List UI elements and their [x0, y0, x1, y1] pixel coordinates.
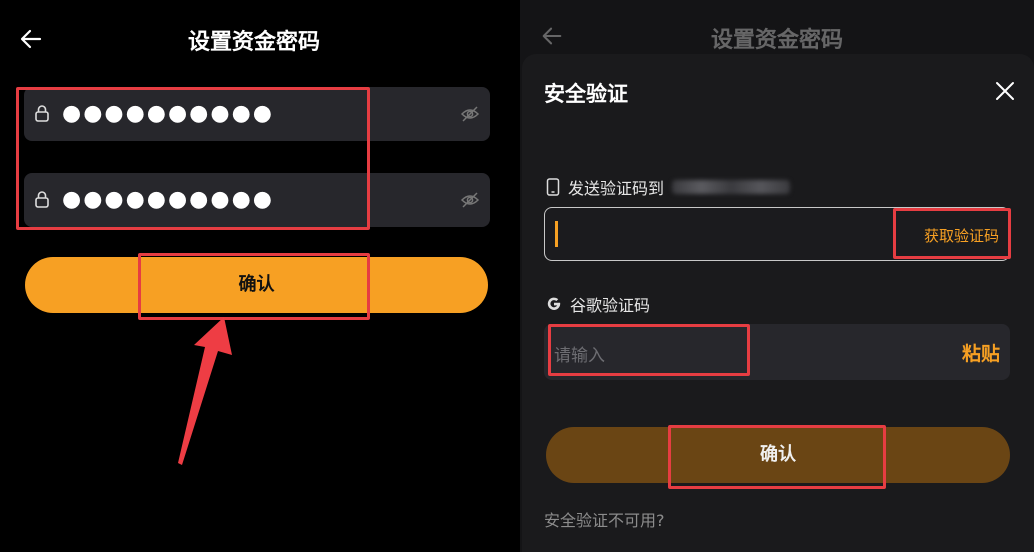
text-caret — [555, 221, 558, 247]
get-code-button[interactable]: 获取验证码 — [924, 225, 999, 246]
close-icon[interactable] — [994, 80, 1016, 102]
password-mask: ●●●●●●●●●● — [62, 187, 274, 212]
google-code-placeholder: 请输入 — [554, 346, 605, 366]
paste-button[interactable]: 粘贴 — [962, 339, 1000, 366]
eye-hidden-icon[interactable] — [460, 191, 480, 209]
verification-modal: 安全验证 发送验证码到 获取验证码 谷歌验证码 请输入 粘贴 确认 安全验证不可… — [522, 54, 1034, 552]
eye-hidden-icon[interactable] — [460, 105, 480, 123]
send-code-label: 发送验证码到 — [568, 179, 665, 198]
google-code-row: 谷歌验证码 — [546, 292, 650, 316]
masked-phone-number — [672, 180, 791, 194]
modal-confirm-button[interactable]: 确认 — [546, 427, 1010, 483]
password-input[interactable]: ●●●●●●●●●● — [24, 87, 490, 141]
dimmed-header: 设置资金密码 — [520, 0, 1034, 56]
google-code-label: 谷歌验证码 — [570, 296, 651, 315]
modal-title: 安全验证 — [544, 82, 628, 106]
verification-unavailable-link[interactable]: 安全验证不可用? — [544, 507, 665, 531]
password-mask: ●●●●●●●●●● — [62, 101, 274, 126]
sms-code-input[interactable]: 获取验证码 — [544, 207, 1010, 261]
send-code-row: 发送验证码到 — [546, 175, 791, 199]
phone-icon — [546, 178, 560, 196]
page-title-behind: 设置资金密码 — [710, 28, 843, 53]
google-icon — [547, 297, 561, 310]
annotation-arrow — [178, 317, 232, 465]
confirm-password-input[interactable]: ●●●●●●●●●● — [24, 173, 490, 227]
google-code-input[interactable]: 请输入 粘贴 — [544, 324, 1010, 380]
lock-icon — [35, 191, 49, 208]
set-fund-password-screen: 设置资金密码 ●●●●●●●●●● ●●●●●●●●●● 确认 — [0, 0, 508, 552]
confirm-button[interactable]: 确认 — [25, 257, 488, 313]
page-title: 设置资金密码 — [187, 30, 320, 55]
lock-icon — [35, 105, 49, 122]
security-verification-screen: 设置资金密码 安全验证 发送验证码到 获取验证码 谷歌验证码 请输入 粘贴 确认… — [520, 0, 1034, 552]
header: 设置资金密码 — [0, 10, 508, 66]
